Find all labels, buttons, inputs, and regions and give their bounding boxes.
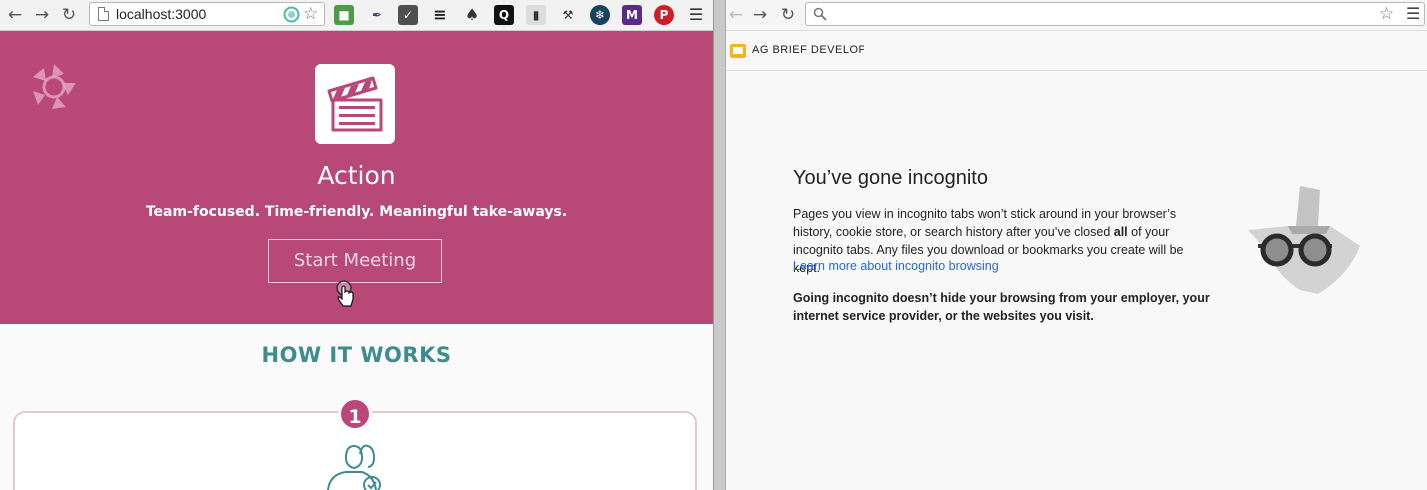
hero-title: Action xyxy=(317,161,396,190)
how-it-works-heading: HOW IT WORKS xyxy=(261,343,452,367)
incognito-title: You’ve gone incognito xyxy=(793,167,988,189)
back-arrow-icon[interactable]: ← xyxy=(4,4,26,26)
reload-icon[interactable]: ↻ xyxy=(777,4,799,26)
pocket-icon[interactable]: ✓ xyxy=(398,5,418,25)
slides-icon xyxy=(730,44,746,58)
left-browser-window: ← → ↻ localhost:3000 ☆ ■ ✒ ✓ ≡ ♠ Q ▮ ⚒ ❄… xyxy=(0,0,713,490)
evernote-web-clipper-icon[interactable]: ■ xyxy=(334,5,354,25)
tool-icon[interactable]: ⚒ xyxy=(558,5,578,25)
hand-cursor-icon xyxy=(336,280,354,307)
app-logo-icon[interactable] xyxy=(28,61,80,113)
bookmark-label: AG BRIEF DEVELOPM xyxy=(752,44,864,56)
address-bar[interactable]: ☆ ☰ xyxy=(805,2,1425,26)
hero-tagline: Team-focused. Time-friendly. Meaningful … xyxy=(145,204,568,220)
url-text: localhost:3000 xyxy=(116,6,207,22)
clipboard-icon[interactable]: ▮ xyxy=(526,5,546,25)
right-browser-window: ← → ↻ ☆ ☰ AG BRIEF DEVELOPM You’ve gone … xyxy=(726,0,1427,490)
bookmark-star-icon[interactable]: ☆ xyxy=(1379,4,1394,24)
buffer-icon[interactable]: ≡ xyxy=(430,5,450,25)
pinterest-icon[interactable]: P xyxy=(654,5,674,25)
address-bar[interactable]: localhost:3000 ☆ xyxy=(89,2,325,26)
menu-icon[interactable]: ☰ xyxy=(686,5,706,25)
step-number-badge: 1 xyxy=(338,397,372,431)
search-icon xyxy=(813,7,827,21)
team-icon xyxy=(327,444,381,490)
page-icon xyxy=(98,7,109,21)
clapperboard-icon xyxy=(327,76,383,132)
back-arrow-icon[interactable]: ← xyxy=(726,4,747,26)
right-browser-toolbar: ← → ↻ ☆ ☰ xyxy=(726,0,1427,31)
snowflake-icon[interactable]: ❄ xyxy=(590,5,610,25)
eyedropper-icon[interactable]: ✒ xyxy=(367,5,387,25)
menu-icon[interactable]: ☰ xyxy=(1406,4,1420,24)
bookmark-star-icon[interactable]: ☆ xyxy=(303,4,318,24)
start-meeting-button[interactable]: Start Meeting xyxy=(268,239,442,283)
lastpass-icon[interactable] xyxy=(283,6,300,23)
m-extension-icon[interactable]: M xyxy=(622,5,642,25)
incognito-description-bold: all xyxy=(1113,225,1128,239)
incognito-warning: Going incognito doesn’t hide your browsi… xyxy=(793,291,1210,323)
hero-section: Action Team-focused. Time-friendly. Mean… xyxy=(0,31,713,324)
incognito-figure-icon xyxy=(1248,186,1360,294)
quip-icon[interactable]: Q xyxy=(494,5,514,25)
reload-icon[interactable]: ↻ xyxy=(58,4,80,26)
window-divider[interactable] xyxy=(713,0,726,490)
learn-more-link[interactable]: Learn more about incognito browsing xyxy=(793,259,999,273)
forward-arrow-icon[interactable]: → xyxy=(749,4,771,26)
forward-arrow-icon[interactable]: → xyxy=(31,4,53,26)
clapperboard-icon-box xyxy=(315,64,395,144)
left-browser-toolbar: ← → ↻ localhost:3000 ☆ ■ ✒ ✓ ≡ ♠ Q ▮ ⚒ ❄… xyxy=(0,0,713,31)
bookmarks-bar: AG BRIEF DEVELOPM xyxy=(726,31,1427,71)
elephant-icon[interactable]: ♠ xyxy=(462,5,482,25)
